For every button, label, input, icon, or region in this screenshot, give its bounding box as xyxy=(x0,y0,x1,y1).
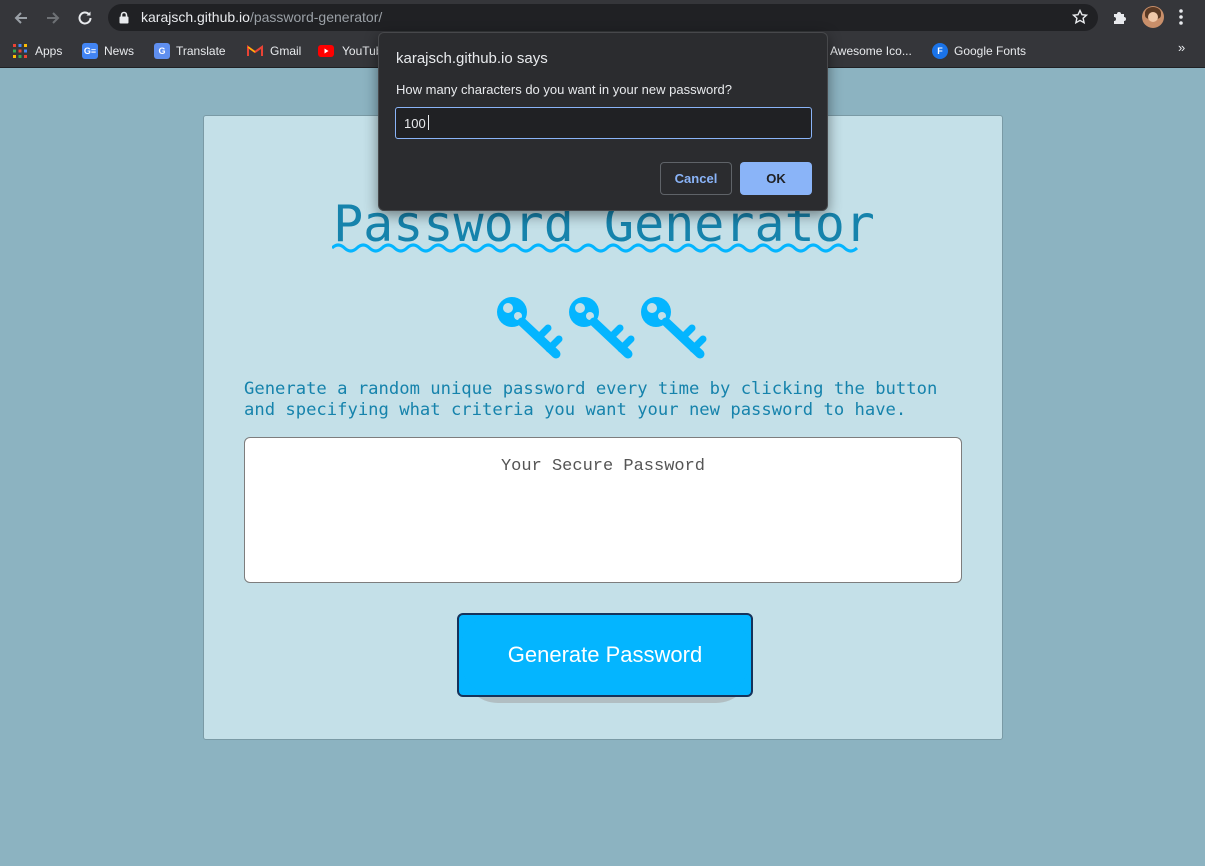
cancel-button[interactable]: Cancel xyxy=(660,162,732,195)
key-icon xyxy=(497,297,563,359)
url-host: karajsch.github.io xyxy=(141,9,250,25)
forward-button[interactable] xyxy=(41,6,65,30)
password-output[interactable]: Your Secure Password xyxy=(244,437,962,583)
arrow-left-icon xyxy=(14,12,27,24)
wavy-underline xyxy=(332,243,859,253)
google-news-icon: G≡ xyxy=(82,43,98,59)
reload-button[interactable] xyxy=(73,6,97,30)
password-placeholder: Your Secure Password xyxy=(500,457,706,476)
dialog-message: How many characters do you want in your … xyxy=(396,82,732,97)
youtube-icon xyxy=(318,45,334,57)
generate-password-button[interactable]: Generate Password xyxy=(457,613,753,697)
more-vertical-icon[interactable] xyxy=(1178,8,1184,26)
bookmark-label: News xyxy=(104,44,135,58)
url-path: /password-generator/ xyxy=(249,9,383,25)
lock-icon xyxy=(119,11,129,24)
ok-button[interactable]: OK xyxy=(740,162,812,195)
generate-button-label: Generate Password xyxy=(507,642,703,667)
browser-toolbar: karajsch.github.io/password-generator/ xyxy=(0,0,1205,35)
extensions-puzzle-icon[interactable] xyxy=(1111,8,1129,26)
bookmark-label: Google Fonts xyxy=(954,44,1027,58)
bookmark-star-icon[interactable] xyxy=(1072,9,1088,25)
url-text: karajsch.github.io/password-generator/ xyxy=(141,9,382,25)
prompt-dialog: karajsch.github.io says How many charact… xyxy=(378,32,828,211)
bookmark-gmail[interactable]: Gmail xyxy=(247,42,301,60)
bookmark-news[interactable]: G≡ News xyxy=(82,42,134,60)
bookmarks-overflow-button[interactable]: » xyxy=(1178,40,1185,55)
address-bar[interactable]: karajsch.github.io/password-generator/ xyxy=(108,4,1098,31)
bookmark-label: Awesome Ico... xyxy=(830,44,912,58)
bookmark-apps[interactable]: Apps xyxy=(13,42,62,60)
dialog-title: karajsch.github.io says xyxy=(396,50,548,67)
page-description: Generate a random unique password every … xyxy=(244,379,938,420)
bookmark-awesome-icons[interactable]: Awesome Ico... xyxy=(830,42,912,60)
google-translate-icon: G xyxy=(154,43,170,59)
arrow-right-icon xyxy=(47,12,60,24)
bookmark-google-fonts[interactable]: F Google Fonts xyxy=(932,42,1026,60)
reload-icon xyxy=(78,11,92,25)
bookmark-youtube[interactable]: YouTub xyxy=(318,42,382,60)
key-icon xyxy=(641,297,707,359)
back-button[interactable] xyxy=(9,6,33,30)
google-fonts-icon: F xyxy=(932,43,948,59)
dialog-input[interactable] xyxy=(395,107,812,139)
apps-grid-icon xyxy=(13,44,27,58)
profile-avatar[interactable] xyxy=(1142,6,1164,28)
key-icon xyxy=(569,297,635,359)
bookmark-label: Translate xyxy=(176,44,226,58)
bookmark-label: YouTub xyxy=(342,44,383,58)
text-cursor xyxy=(428,115,429,130)
keys-icon-group xyxy=(497,297,707,359)
bookmark-label: Apps xyxy=(35,44,63,58)
bookmark-label: Gmail xyxy=(270,44,302,58)
gmail-icon xyxy=(247,45,263,56)
bookmark-translate[interactable]: G Translate xyxy=(154,42,226,60)
